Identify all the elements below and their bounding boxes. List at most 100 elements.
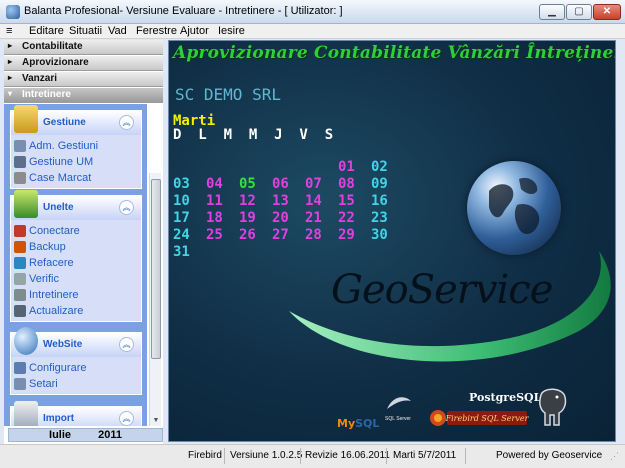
task-link-intretinere[interactable]: Intretinere xyxy=(11,287,141,303)
task-link-conectare[interactable]: Conectare xyxy=(11,223,141,239)
task-link-case-marcat[interactable]: Case Marcat xyxy=(11,170,141,186)
task-link-verific[interactable]: Verific xyxy=(11,271,141,287)
calendar-day[interactable]: 02 xyxy=(371,159,401,175)
taskpane-group-unelte: Unelte ︽ Conectare Backup Refacere Verif… xyxy=(10,190,142,322)
scroll-down-arrow-icon[interactable]: ▼ xyxy=(150,416,162,426)
taskpane-group-title: Gestiune xyxy=(43,117,86,128)
globe-icon xyxy=(14,327,38,355)
status-version: Versiune 1.0.2.5 xyxy=(230,450,303,461)
geoservice-logo-text: GeoService xyxy=(331,267,553,313)
calendar-day[interactable]: 06 xyxy=(272,176,302,192)
task-link-refacere[interactable]: Refacere xyxy=(11,255,141,271)
status-database: Firebird xyxy=(188,450,222,461)
task-link-gestiune-um[interactable]: Gestiune UM xyxy=(11,154,141,170)
menu-vad[interactable]: Vad xyxy=(108,25,127,37)
taskpane-group-header[interactable]: Gestiune ︽ xyxy=(11,105,141,135)
task-link-setari[interactable]: Setari xyxy=(11,376,141,392)
nav-group-intretinere[interactable]: ▾ Intretinere xyxy=(4,88,163,103)
module-banner: Aprovizionare Contabilitate Vânzări Într… xyxy=(173,43,616,63)
expand-arrow-icon: ▸ xyxy=(8,57,13,66)
globe-graphic xyxy=(467,161,561,255)
status-powered-by: Powered by Geoservice xyxy=(496,450,603,461)
status-revision: Revizie 16.06.2011 xyxy=(305,450,390,461)
task-link-label: Actualizare xyxy=(29,305,84,317)
calendar-day[interactable]: 05 xyxy=(239,176,269,192)
calendar-day[interactable]: 17 xyxy=(173,210,203,226)
postgresql-elephant-icon xyxy=(533,385,573,429)
update-icon xyxy=(14,305,26,317)
task-link-label: Refacere xyxy=(29,257,74,269)
calendar-day[interactable]: 03 xyxy=(173,176,203,192)
firebird-logo: Firebird SQL Server xyxy=(429,407,530,429)
collapse-chevron-icon[interactable]: ︽ xyxy=(119,115,134,130)
menu-ferestre[interactable]: Ferestre xyxy=(136,25,177,37)
calendar-day[interactable]: 10 xyxy=(173,193,203,209)
task-link-label: Configurare xyxy=(29,362,87,374)
calendar-day[interactable]: 24 xyxy=(173,227,203,243)
task-link-label: Conectare xyxy=(29,225,80,237)
taskpane-scrollbar[interactable]: ▼ xyxy=(149,173,161,426)
calendar-day[interactable]: 07 xyxy=(305,176,335,192)
calendar-day[interactable]: 08 xyxy=(338,176,368,192)
task-link-label: Backup xyxy=(29,241,66,253)
taskpane-group-import: Import ︽ xyxy=(10,401,142,426)
task-link-label: Verific xyxy=(29,273,59,285)
taskpane-group-header[interactable]: WebSite ︽ xyxy=(11,327,141,357)
calendar-day[interactable]: 11 xyxy=(206,193,236,209)
task-link-adm-gestiuni[interactable]: Adm. Gestiuni xyxy=(11,138,141,154)
nav-group-label: Aprovizionare xyxy=(22,57,89,68)
app-icon[interactable] xyxy=(6,5,20,19)
cash-register-icon xyxy=(14,172,26,184)
taskpane-group-header[interactable]: Unelte ︽ xyxy=(11,190,141,220)
nav-group-label: Vanzari xyxy=(22,73,58,84)
menu-system-icon[interactable]: ≡ xyxy=(6,25,12,37)
import-icon xyxy=(14,401,38,426)
resize-grip-icon[interactable]: ⋰ xyxy=(610,451,619,462)
calendar-day[interactable]: 01 xyxy=(338,159,368,175)
task-link-actualizare[interactable]: Actualizare xyxy=(11,303,141,319)
menu-bar: ≡ Editare Situatii Vad Ferestre Ajutor I… xyxy=(0,24,625,39)
collapse-chevron-icon[interactable]: ︽ xyxy=(119,337,134,352)
calendar-day[interactable]: 04 xyxy=(206,176,236,192)
close-button[interactable]: ✕ xyxy=(593,4,621,20)
menu-situatii[interactable]: Situatii xyxy=(69,25,102,37)
calendar-day[interactable]: 25 xyxy=(206,227,236,243)
expand-arrow-icon: ▸ xyxy=(8,41,13,50)
scrollbar-thumb[interactable] xyxy=(151,179,161,359)
units-icon xyxy=(14,156,26,168)
nav-group-contabilitate[interactable]: ▸ Contabilitate xyxy=(4,40,163,55)
minimize-button[interactable]: ▁ xyxy=(539,4,565,20)
warehouse-icon xyxy=(14,140,26,152)
menu-ajutor[interactable]: Ajutor xyxy=(180,25,209,37)
folder-icon xyxy=(14,105,38,133)
taskpane-group-header[interactable]: Import ︽ xyxy=(11,401,141,426)
globe-continents xyxy=(489,177,540,235)
weekday-header: D L M M J V S xyxy=(173,127,334,143)
calendar-day[interactable]: 12 xyxy=(239,193,269,209)
taskpane-group-website: WebSite ︽ Configurare Setari xyxy=(10,327,142,395)
sqlserver-flag-icon xyxy=(387,397,411,409)
calendar-day[interactable]: 19 xyxy=(239,210,269,226)
menu-editare[interactable]: Editare xyxy=(29,25,64,37)
collapse-chevron-icon[interactable]: ︽ xyxy=(119,411,134,426)
menu-iesire[interactable]: Iesire xyxy=(218,25,245,37)
month-indicator: Iulie 2011 xyxy=(8,428,163,442)
task-link-backup[interactable]: Backup xyxy=(11,239,141,255)
nav-group-vanzari[interactable]: ▸ Vanzari xyxy=(4,72,163,87)
task-link-configurare[interactable]: Configurare xyxy=(11,360,141,376)
calendar-day[interactable]: 31 xyxy=(173,244,203,260)
title-bar[interactable]: Balanta Profesional- Versiune Evaluare -… xyxy=(0,0,625,24)
calendar-day[interactable]: 26 xyxy=(239,227,269,243)
sqlserver-logo-text: SQL Server xyxy=(385,416,411,422)
collapse-chevron-icon[interactable]: ︽ xyxy=(119,200,134,215)
calendar-day[interactable]: 18 xyxy=(206,210,236,226)
gear-icon xyxy=(14,273,26,285)
task-link-label: Intretinere xyxy=(29,289,79,301)
main-dashboard: Aprovizionare Contabilitate Vânzări Într… xyxy=(168,40,616,442)
sqlserver-logo: SQL Server xyxy=(383,393,413,427)
maximize-button[interactable]: ▢ xyxy=(566,4,592,20)
taskpane-group-title: Import xyxy=(43,413,75,424)
nav-group-aprovizionare[interactable]: ▸ Aprovizionare xyxy=(4,56,163,71)
task-link-label: Adm. Gestiuni xyxy=(29,140,99,152)
calendar-day[interactable]: 09 xyxy=(371,176,401,192)
